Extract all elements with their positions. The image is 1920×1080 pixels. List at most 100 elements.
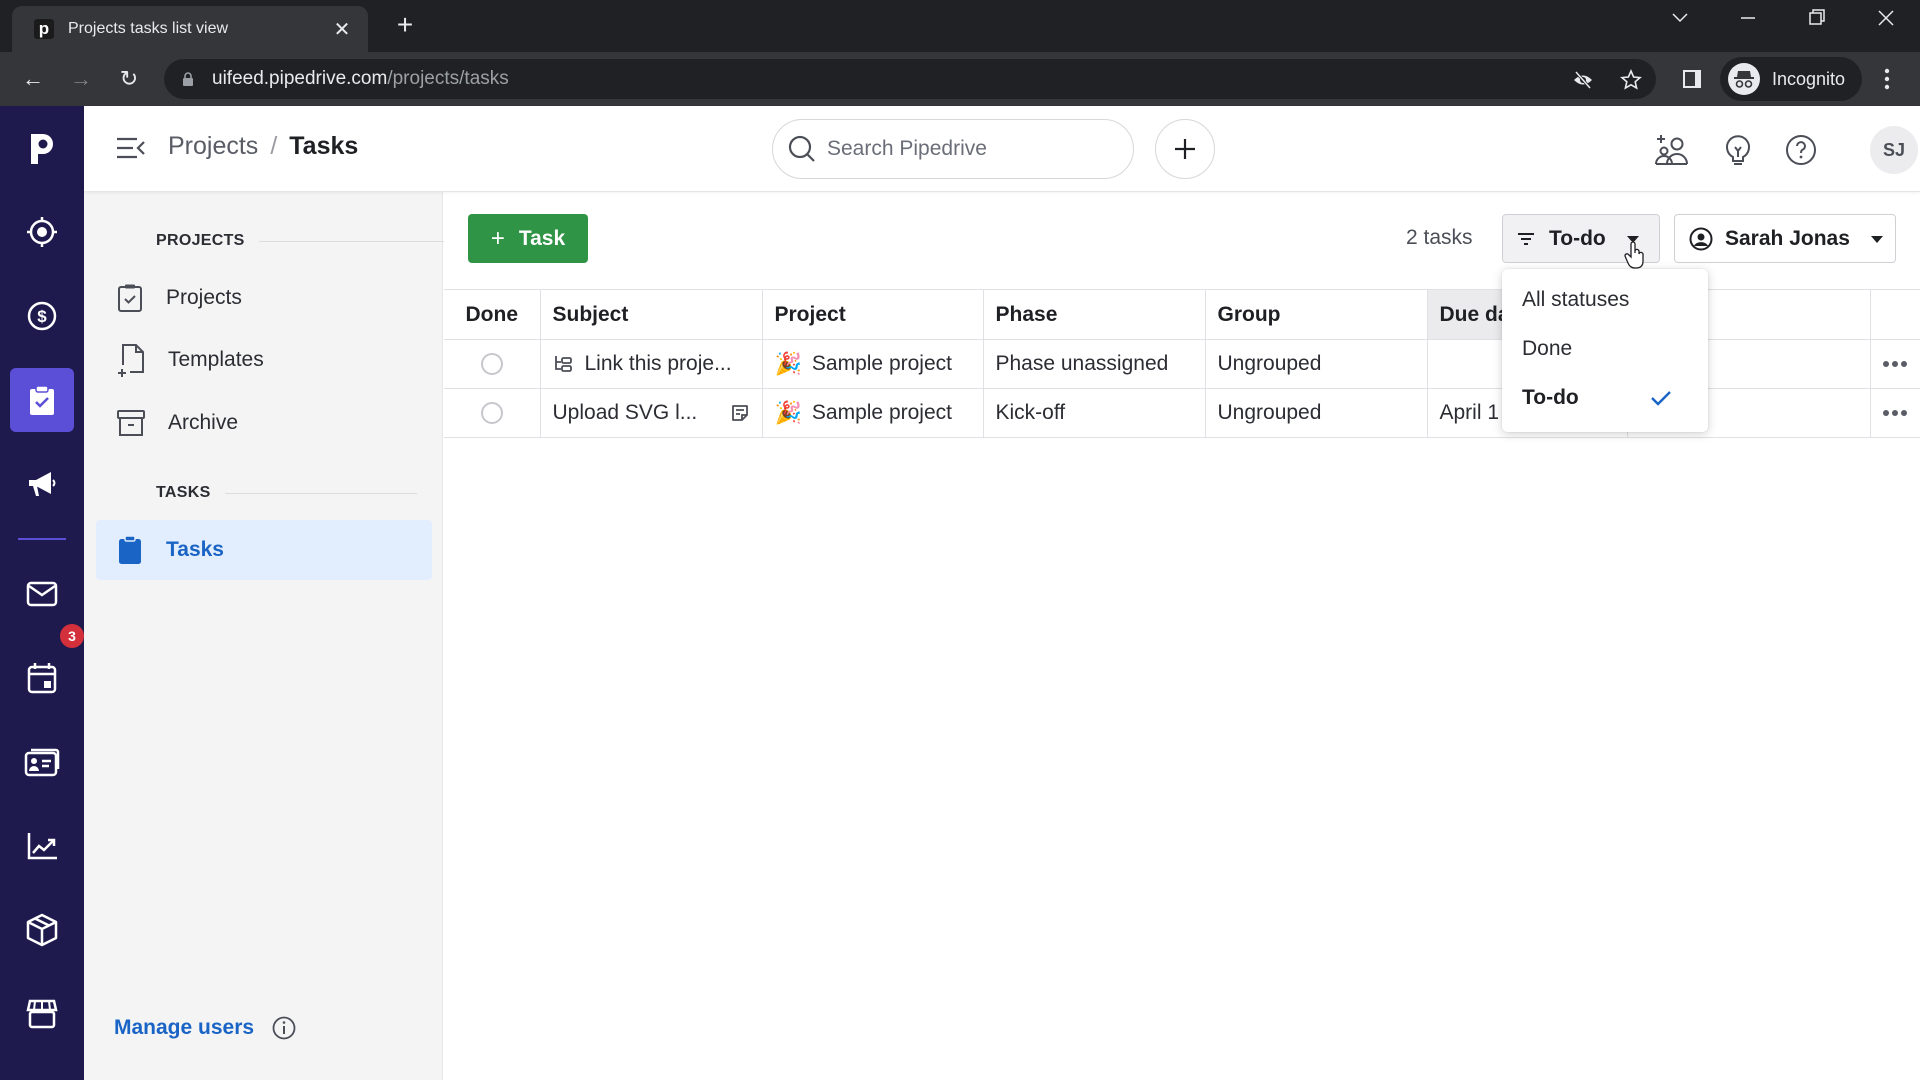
pipedrive-favicon-icon: p xyxy=(34,19,54,39)
browser-menu-icon[interactable] xyxy=(1880,67,1894,91)
side-panel-icon[interactable] xyxy=(1680,67,1704,91)
help-question-icon xyxy=(1786,135,1816,165)
row-actions-cell[interactable] xyxy=(1869,388,1920,438)
party-popper-icon: 🎉 xyxy=(774,351,802,376)
incognito-label: Incognito xyxy=(1772,68,1846,89)
rail-leads[interactable] xyxy=(10,200,74,264)
done-cell xyxy=(444,339,541,389)
minimize-button[interactable] xyxy=(1728,8,1768,28)
subject-cell[interactable]: Link this proje... xyxy=(539,339,763,389)
projects-sidebar: PROJECTS Projects Templates Archive TASK… xyxy=(84,192,455,1080)
browser-tab-strip: p Projects tasks list view ✕ + xyxy=(0,0,1920,52)
tips-button[interactable] xyxy=(1720,132,1756,168)
tab-search-chevron-icon[interactable] xyxy=(1660,8,1700,28)
search-input[interactable]: Search Pipedrive xyxy=(772,119,1134,179)
group-cell[interactable]: Ungrouped xyxy=(1204,388,1428,438)
tab-close-icon[interactable]: ✕ xyxy=(330,17,354,42)
sidebar-item-archive[interactable]: Archive xyxy=(96,393,432,453)
status-option-all[interactable]: All statuses xyxy=(1502,275,1708,324)
rail-divider xyxy=(18,538,66,540)
rail-campaigns[interactable] xyxy=(10,452,74,516)
option-label: All statuses xyxy=(1522,287,1630,311)
done-cell xyxy=(444,388,541,438)
column-header-subject[interactable]: Subject xyxy=(539,289,763,340)
sidebar-item-label: Tasks xyxy=(166,538,224,561)
more-options-icon[interactable] xyxy=(1883,410,1909,416)
manage-users-link[interactable]: Manage users xyxy=(114,1016,296,1040)
breadcrumb-projects-link[interactable]: Projects xyxy=(168,132,258,161)
rail-insights[interactable] xyxy=(10,814,74,878)
add-user-icon xyxy=(1655,135,1688,165)
invite-users-button[interactable] xyxy=(1654,132,1690,168)
project-cell[interactable]: 🎉 Sample project xyxy=(761,339,984,389)
rail-deals[interactable]: $ xyxy=(10,284,74,348)
column-header-done[interactable]: Done xyxy=(444,289,541,340)
lock-icon xyxy=(183,71,193,86)
column-header-group[interactable]: Group xyxy=(1204,289,1428,340)
bookmark-star-icon[interactable] xyxy=(1620,69,1642,91)
rail-products[interactable] xyxy=(10,898,74,962)
column-header-project[interactable]: Project xyxy=(761,289,984,340)
address-bar[interactable]: uifeed.pipedrive.com/projects/tasks xyxy=(164,59,1656,99)
phase-cell[interactable]: Kick-off xyxy=(982,388,1206,438)
sidebar-item-projects[interactable]: Projects xyxy=(96,268,432,328)
incognito-profile-button[interactable]: Incognito xyxy=(1720,57,1862,101)
sidebar-item-tasks[interactable]: Tasks xyxy=(96,520,432,580)
status-filter-label: To-do xyxy=(1549,226,1606,250)
search-icon xyxy=(788,135,815,162)
browser-tab[interactable]: p Projects tasks list view ✕ xyxy=(12,6,368,52)
deals-dollar-icon: $ xyxy=(27,301,57,331)
close-window-button[interactable] xyxy=(1866,8,1906,28)
quick-add-button[interactable] xyxy=(1155,119,1215,179)
phase-cell[interactable]: Phase unassigned xyxy=(982,339,1206,389)
rail-marketplace[interactable] xyxy=(10,982,74,1046)
subject-text: Link this proje... xyxy=(584,352,732,375)
subject-cell[interactable]: Upload SVG l... xyxy=(539,388,763,438)
status-option-todo[interactable]: To-do xyxy=(1502,373,1708,422)
svg-text:$: $ xyxy=(37,307,47,326)
pipedrive-logo[interactable] xyxy=(10,116,74,180)
project-text: Sample project xyxy=(811,401,952,424)
mouse-pointer-hand-icon xyxy=(1624,242,1644,269)
new-tab-button[interactable]: + xyxy=(390,10,420,40)
group-cell[interactable]: Ungrouped xyxy=(1204,339,1428,389)
lightbulb-icon xyxy=(1726,135,1750,165)
assignee-filter-button[interactable]: Sarah Jonas xyxy=(1674,214,1896,263)
rail-contacts[interactable] xyxy=(10,730,74,794)
add-task-label: Task xyxy=(518,226,566,250)
status-dropdown-menu: All statuses Done To-do xyxy=(1502,269,1708,432)
add-task-button[interactable]: + Task xyxy=(468,214,588,263)
insights-chart-icon xyxy=(27,833,57,860)
breadcrumb-separator: / xyxy=(270,132,278,160)
status-option-done[interactable]: Done xyxy=(1502,324,1708,373)
section-title-tasks-label: TASKS xyxy=(156,484,211,501)
user-avatar[interactable]: SJ xyxy=(1870,126,1918,174)
eye-slash-icon[interactable] xyxy=(1572,69,1594,91)
party-popper-icon: 🎉 xyxy=(774,400,802,425)
done-radio[interactable] xyxy=(480,402,503,424)
contacts-card-icon xyxy=(24,748,60,777)
forward-arrow-icon[interactable]: → xyxy=(68,66,94,92)
sidebar-item-label: Projects xyxy=(166,286,242,309)
more-options-icon[interactable] xyxy=(1883,361,1909,367)
rail-projects[interactable] xyxy=(10,368,74,432)
option-label: Done xyxy=(1522,336,1573,360)
project-cell[interactable]: 🎉 Sample project xyxy=(761,388,984,438)
sidebar-item-templates[interactable]: Templates xyxy=(96,330,432,390)
collapse-menu-icon[interactable] xyxy=(116,136,146,160)
info-icon[interactable] xyxy=(272,1016,296,1040)
reload-icon[interactable]: ↻ xyxy=(116,66,142,92)
back-arrow-icon[interactable]: ← xyxy=(20,66,46,92)
row-actions-cell[interactable] xyxy=(1869,339,1920,389)
sidebar-item-label: Templates xyxy=(168,348,264,371)
assignee-filter-label: Sarah Jonas xyxy=(1725,226,1850,250)
done-radio[interactable] xyxy=(480,353,503,375)
column-header-phase[interactable]: Phase xyxy=(982,289,1206,340)
products-box-icon xyxy=(26,913,58,947)
rail-activities[interactable]: 3 xyxy=(10,624,84,710)
clipboard-check-icon xyxy=(118,284,142,312)
restore-button[interactable] xyxy=(1796,8,1836,28)
rail-mail[interactable] xyxy=(10,562,74,626)
help-button[interactable] xyxy=(1783,132,1819,168)
section-title-tasks: TASKS xyxy=(156,484,417,502)
